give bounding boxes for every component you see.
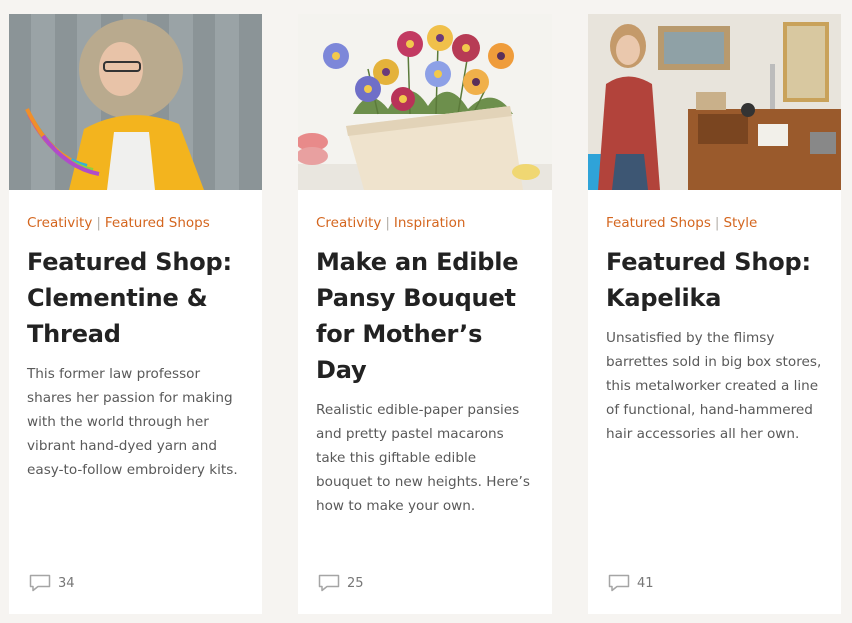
- category-link[interactable]: Creativity: [316, 215, 381, 231]
- comment-icon: [608, 574, 630, 592]
- comment-count-value: 41: [637, 575, 654, 591]
- article-card[interactable]: Creativity | Featured Shops Featured Shop:…: [9, 14, 262, 614]
- article-photo[interactable]: [9, 14, 262, 190]
- category-link[interactable]: Creativity: [27, 215, 92, 231]
- comment-count[interactable]: 34: [29, 573, 75, 593]
- category-separator: |: [385, 215, 390, 231]
- category-separator: |: [96, 215, 101, 231]
- article-card[interactable]: Creativity | Inspiration Make an Edible Pa…: [298, 14, 552, 614]
- category-link[interactable]: Featured Shops: [606, 215, 711, 231]
- category-link[interactable]: Inspiration: [394, 215, 466, 231]
- category-link[interactable]: Featured Shops: [105, 215, 210, 231]
- comment-count[interactable]: 41: [608, 573, 654, 593]
- category-links: Creativity | Inspiration: [316, 214, 534, 232]
- category-link[interactable]: Style: [723, 215, 757, 231]
- article-title[interactable]: Featured Shop: Clementine & Thread: [27, 244, 244, 352]
- category-separator: |: [714, 215, 720, 231]
- article-card[interactable]: Featured Shops | Style Featured Shop: Kape…: [588, 14, 841, 614]
- article-title[interactable]: Featured Shop: Kapelika: [606, 244, 823, 316]
- comment-count[interactable]: 25: [318, 573, 364, 593]
- article-description: Realistic edible-paper pansies and prett…: [316, 402, 530, 514]
- article-photo[interactable]: [588, 14, 841, 190]
- category-links: Featured Shops | Style: [606, 214, 823, 232]
- category-links: Creativity | Featured Shops: [27, 214, 244, 232]
- article-photo[interactable]: [298, 14, 552, 190]
- article-title[interactable]: Make an Edible Pansy Bouquet for Mother’…: [316, 244, 534, 388]
- comment-icon: [29, 574, 51, 592]
- comment-count-value: 34: [58, 575, 75, 591]
- article-description: This former law professor shares her pas…: [27, 366, 238, 478]
- comment-icon: [318, 574, 340, 592]
- article-description: Unsatisfied by the flimsy barrettes sold…: [606, 330, 822, 442]
- comment-count-value: 25: [347, 575, 364, 591]
